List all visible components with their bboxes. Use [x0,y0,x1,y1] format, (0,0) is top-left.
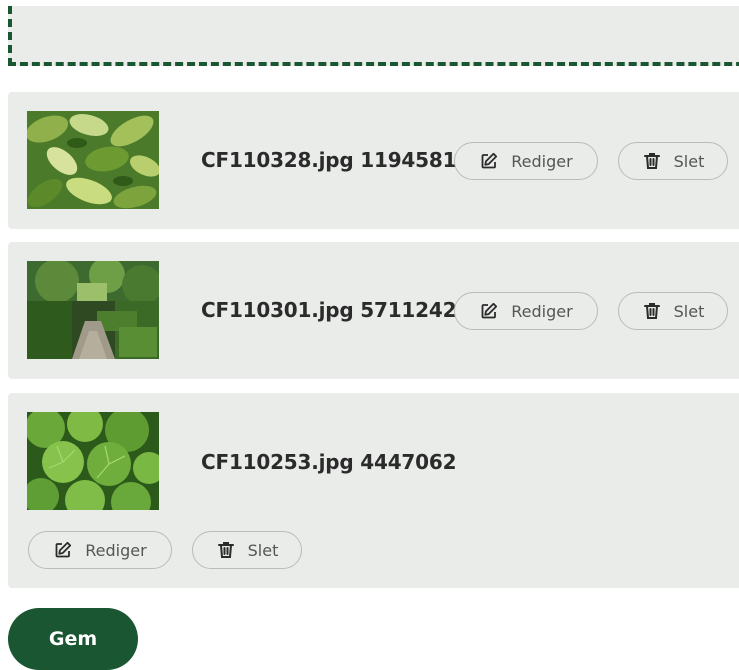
file-item: CF110301.jpg 5711242 Rediger Slet [8,242,739,379]
file-thumbnail [27,412,159,510]
delete-button-label: Slet [673,151,705,171]
delete-button[interactable]: Slet [618,292,728,330]
garden-image [27,261,159,359]
lady-mantle-leaves-image [27,412,159,510]
file-item: CF110253.jpg 4447062 Rediger Slet [8,393,739,588]
trash-icon [642,301,662,321]
pencil-square-icon [479,151,499,171]
file-item: CF110328.jpg 1194581 Rediger Slet [8,92,739,229]
edit-button[interactable]: Rediger [454,292,598,330]
file-name: CF110253.jpg 4447062 [201,450,457,474]
pencil-square-icon [479,301,499,321]
file-name: CF110301.jpg 5711242 [201,298,457,322]
edit-button-label: Rediger [85,540,147,560]
edit-button-label: Rediger [511,301,573,321]
delete-button[interactable]: Slet [192,531,302,569]
edit-button-label: Rediger [511,151,573,171]
pencil-square-icon [53,540,73,560]
edit-button[interactable]: Rediger [28,531,172,569]
save-button[interactable]: Gem [8,608,138,670]
trash-icon [216,540,236,560]
edit-button[interactable]: Rediger [454,142,598,180]
trash-icon [642,151,662,171]
delete-button[interactable]: Slet [618,142,728,180]
file-thumbnail [27,261,159,359]
file-thumbnail [27,111,159,209]
upload-dropzone[interactable] [8,6,739,66]
delete-button-label: Slet [247,540,279,560]
file-name: CF110328.jpg 1194581 [201,148,457,172]
leaves-image [27,111,159,209]
delete-button-label: Slet [673,301,705,321]
